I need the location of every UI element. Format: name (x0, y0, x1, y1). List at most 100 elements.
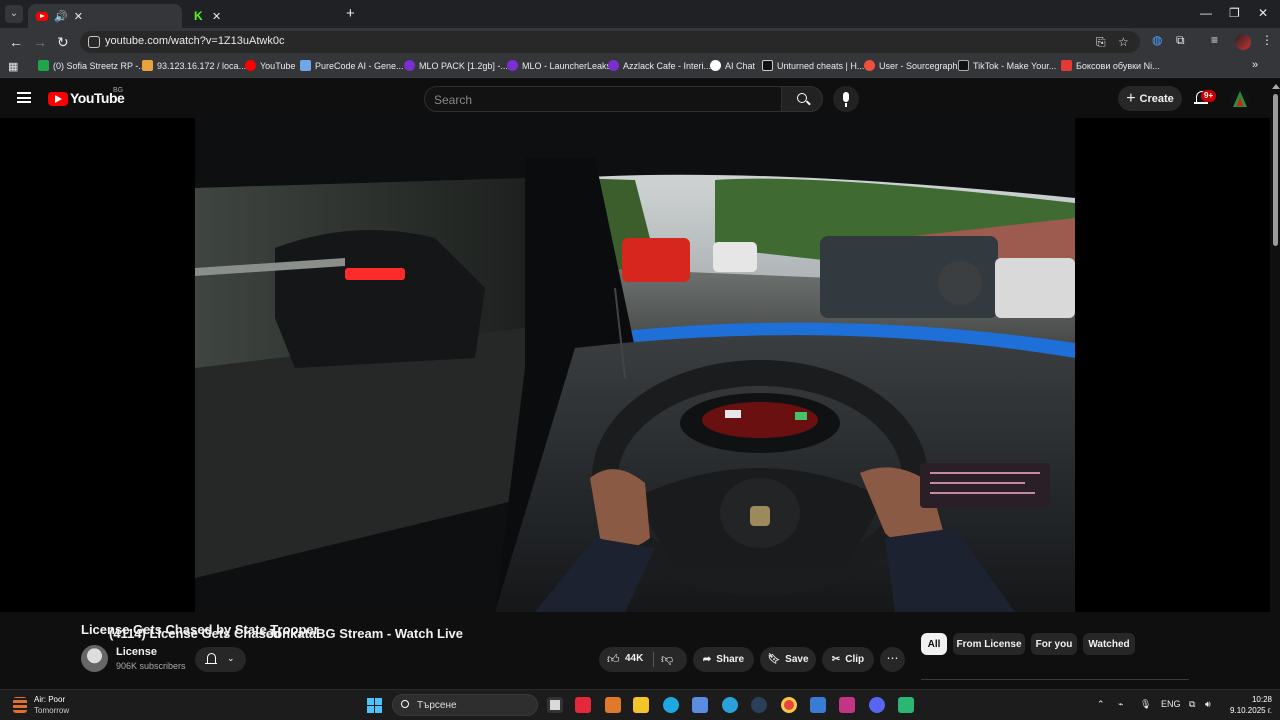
apps-grid-icon[interactable]: ▦ (8, 60, 18, 73)
like-button[interactable]: 👍︎ (607, 652, 620, 667)
video-title: License Gets Chased by State Trooper (81, 622, 319, 637)
create-button[interactable]: + Create (1118, 86, 1182, 111)
chrome-menu-icon[interactable]: ⋮ (1261, 33, 1273, 47)
unity-hub-icon[interactable] (605, 697, 621, 713)
windows-start-icon[interactable] (367, 698, 382, 713)
browser-toolbar: ← → ↻ youtube.com/watch?v=1Z13uAtwk0c ⎘ … (0, 28, 1280, 56)
instagram-icon[interactable] (839, 697, 855, 713)
bookmark-item[interactable]: (0) Sofia Streetz RP -... (38, 60, 146, 71)
bookmark-item[interactable]: YouTube (245, 60, 295, 71)
youtube-app-icon[interactable] (575, 697, 591, 713)
volume-icon[interactable]: 🔊︎ (1205, 699, 1211, 710)
discord-icon[interactable] (869, 697, 885, 713)
more-actions-button[interactable]: ⋯ (880, 647, 905, 672)
search-icon (401, 700, 409, 708)
close-tab-icon[interactable]: ✕ (212, 10, 221, 23)
bookmark-item[interactable]: User - Sourcegraph (864, 60, 958, 71)
vscode-icon[interactable] (810, 697, 826, 713)
microphone-icon[interactable]: 🎙︎ (1140, 699, 1151, 710)
show-hidden-icons-icon[interactable]: ⌃ (1097, 699, 1105, 710)
save-button[interactable]: 🔖︎ Save (760, 647, 816, 672)
share-button[interactable]: ➦ Share (693, 647, 754, 672)
youtube-header: YouTube BG Search + Create (0, 80, 1280, 118)
extension-icon[interactable]: ◍ (1152, 33, 1162, 47)
chip-all[interactable]: All (921, 633, 947, 655)
address-bar[interactable]: youtube.com/watch?v=1Z13uAtwk0c ⎘ ☆ (80, 31, 1140, 53)
close-window-icon[interactable]: ✕ (1258, 6, 1268, 20)
hamburger-menu-icon[interactable] (17, 92, 31, 103)
app-icon[interactable] (898, 697, 914, 713)
scrollbar-thumb[interactable] (1273, 94, 1278, 246)
profile-avatar[interactable] (1235, 34, 1251, 50)
bookmark-item[interactable]: MLO PACK [1.2gb] -... (404, 60, 508, 71)
video-player[interactable] (0, 118, 1270, 612)
youtube-logo-icon[interactable] (48, 92, 68, 106)
bookmark-item[interactable]: Боксови обувки Ni... (1061, 60, 1160, 71)
tab-youtube[interactable]: (4114) License Gets Chased 🔊 ✕ (28, 4, 281, 641)
video-frame[interactable] (195, 118, 1075, 612)
language-indicator[interactable]: ENG (1161, 699, 1181, 709)
bookmark-item[interactable]: MLO - LauncherLeaks (507, 60, 611, 71)
reading-list-icon[interactable]: ≡ (1211, 33, 1218, 47)
channel-avatar[interactable] (81, 645, 108, 672)
search-button[interactable] (781, 86, 823, 112)
edge-icon[interactable] (663, 697, 679, 713)
chevron-down-icon: ⌄ (227, 653, 235, 663)
taskbar-search-input[interactable]: Търсене (392, 694, 538, 716)
kick-favicon-icon: K (194, 10, 206, 22)
divider (921, 679, 1189, 680)
bookmark-star-icon[interactable]: ☆ (1118, 35, 1129, 49)
account-avatar[interactable] (1230, 89, 1250, 109)
search-placeholder: Search (434, 93, 473, 107)
store-icon[interactable] (692, 697, 708, 713)
steam-icon[interactable] (751, 697, 767, 713)
chip-from-license[interactable]: From License (953, 633, 1025, 655)
bookmark-item[interactable]: Azzlack Cafe - Interi... (608, 60, 711, 71)
dislike-button[interactable]: 👎︎ (661, 652, 673, 667)
reload-icon[interactable]: ↻ (57, 34, 69, 51)
install-app-icon[interactable]: ⎘ (1096, 35, 1106, 50)
scroll-up-arrow-icon[interactable] (1272, 84, 1280, 89)
bookmark-item[interactable]: AI Chat (710, 60, 755, 71)
tab-search-button[interactable]: ⌄ (5, 5, 23, 23)
back-icon[interactable]: ← (9, 34, 23, 50)
display-icon[interactable]: ⧉ (1189, 699, 1195, 710)
like-dislike-group: 👍︎ 44K 👎︎ (599, 647, 687, 672)
subscriber-count: 906K subscribers (116, 661, 186, 671)
like-count[interactable]: 44K (625, 653, 643, 664)
chip-watched[interactable]: Watched (1083, 633, 1135, 655)
channel-name[interactable]: License (116, 646, 157, 658)
site-info-icon[interactable] (88, 36, 100, 48)
share-icon: ➦ (702, 654, 712, 665)
close-tab-icon[interactable]: ✕ (74, 10, 83, 23)
system-clock[interactable]: 10:28 9.10.2025 г. (1226, 694, 1272, 716)
search-input[interactable]: Search (424, 86, 782, 112)
scissors-icon: ✂ (831, 654, 841, 665)
file-explorer-icon[interactable] (633, 697, 649, 713)
more-bookmarks-icon[interactable]: » (1252, 59, 1258, 71)
restore-icon[interactable]: ❐ (1229, 6, 1240, 20)
bookmark-item[interactable]: Unturned cheats | H... (762, 60, 864, 71)
chrome-icon[interactable] (781, 697, 797, 713)
taskbar-search-text: Търсене (417, 700, 457, 711)
notification-badge: 9+ (1201, 90, 1217, 102)
new-tab-button[interactable]: + (346, 5, 355, 22)
air-quality-icon[interactable] (13, 697, 27, 713)
chip-for-you[interactable]: For you (1031, 633, 1077, 655)
bookmarks-bar: ▦ (0) Sofia Streetz RP -... 93.123.16.17… (0, 56, 1280, 78)
voice-search-button[interactable] (833, 86, 859, 112)
extensions-puzzle-icon[interactable]: ⧉ (1176, 33, 1185, 48)
clip-button[interactable]: ✂ Clip (822, 647, 874, 672)
forward-icon[interactable]: → (33, 34, 47, 50)
subscription-notification-button[interactable]: ⌄ (195, 647, 246, 672)
task-view-icon[interactable] (547, 697, 563, 713)
bookmark-item[interactable]: PureCode AI - Gene... (300, 60, 404, 71)
minimize-icon[interactable]: — (1200, 6, 1212, 20)
tab-kick[interactable]: K JonkataBG Stream - Watch Live ✕ (186, 4, 463, 641)
bookmark-item[interactable]: 93.123.16.172 / loca... (142, 60, 246, 71)
bookmark-item[interactable]: TikTok - Make Your... (958, 60, 1056, 71)
network-icon[interactable]: ⌁ (1118, 699, 1123, 710)
weather-status[interactable]: Air: Poor (34, 695, 65, 704)
audio-icon[interactable]: 🔊 (54, 10, 68, 23)
telegram-icon[interactable] (722, 697, 738, 713)
